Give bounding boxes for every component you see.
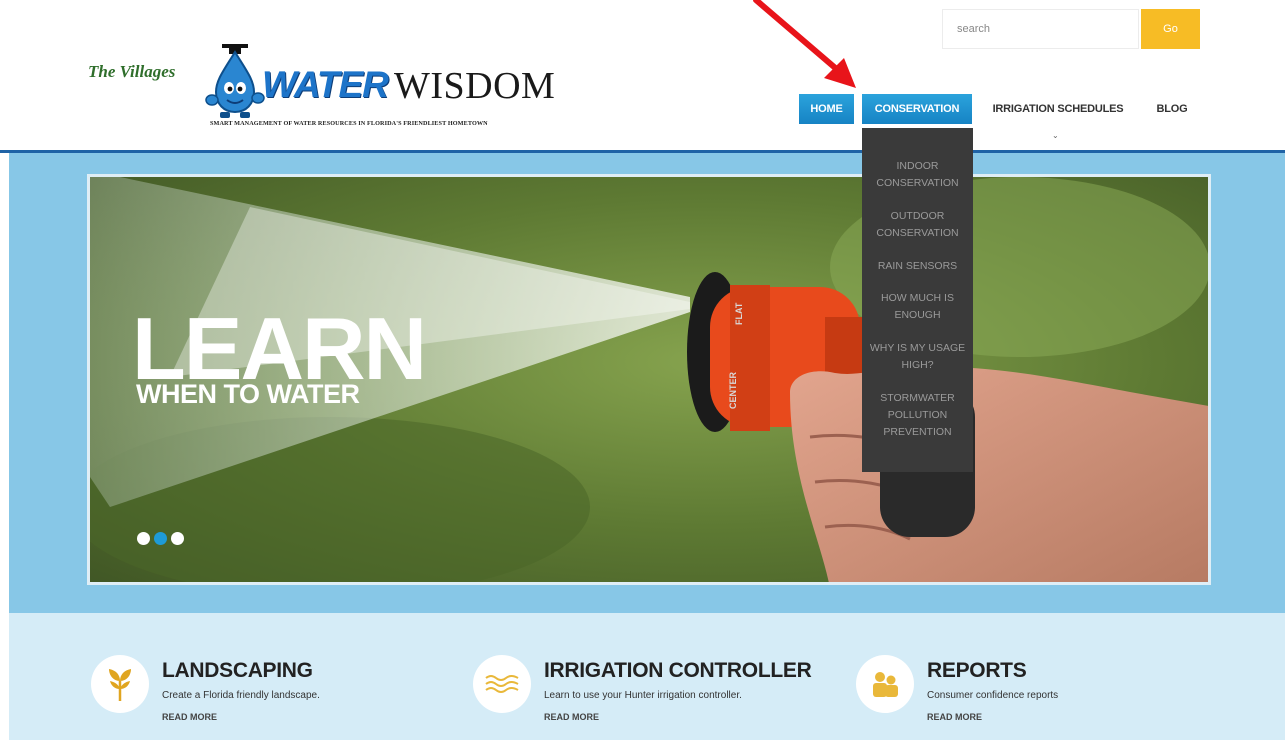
nozzle-label-center: CENTER [728, 371, 738, 409]
chevron-down-icon: ⌄ [1052, 131, 1059, 140]
feature-title-reports[interactable]: REPORTS [927, 659, 1027, 683]
red-arrow-annotation-icon [753, 0, 856, 88]
conservation-dropdown-menu: INDOOR CONSERVATION OUTDOOR CONSERVATION… [862, 128, 973, 472]
feature-description-landscaping: Create a Florida friendly landscape. [162, 690, 320, 701]
feature-description-reports: Consumer confidence reports [927, 690, 1059, 701]
water-drop-mascot-icon [205, 44, 265, 118]
read-more-link-reports[interactable]: READ MORE [927, 712, 982, 722]
search-go-button[interactable]: Go [1141, 9, 1200, 49]
dropdown-item-why-is-my-usage-high[interactable]: WHY IS MY USAGE HIGH? [862, 340, 973, 374]
slider-dot-1[interactable] [137, 532, 150, 545]
hero-subheadline: WHEN TO WATER [136, 379, 360, 409]
hero-slider[interactable]: CENTER FLAT LEARN WHEN TO WATER [87, 174, 1211, 585]
nav-blog[interactable]: BLOG [1150, 94, 1194, 124]
nav-irrigation-schedules[interactable]: IRRIGATION SCHEDULES [988, 94, 1128, 124]
logo-wisdom-text: WISDOM [394, 65, 556, 107]
dropdown-item-how-much-is-enough[interactable]: HOW MUCH IS ENOUGH [862, 290, 973, 324]
site-header: The Villages WATER WISDOM SMART MANAGEME… [0, 0, 1285, 150]
plant-icon [91, 655, 149, 713]
logo-villages-text: The Villages [88, 62, 176, 81]
nozzle-label-flat: FLAT [734, 302, 744, 325]
dropdown-item-stormwater-pollution-prevention[interactable]: STORMWATER POLLUTION PREVENTION [862, 390, 973, 441]
feature-title-landscaping[interactable]: LANDSCAPING [162, 659, 313, 683]
site-logo[interactable]: The Villages WATER WISDOM SMART MANAGEME… [86, 42, 555, 134]
nav-conservation[interactable]: CONSERVATION [862, 94, 972, 124]
nav-home[interactable]: HOME [799, 94, 854, 124]
slider-dot-3[interactable] [171, 532, 184, 545]
logo-water-text: WATER [262, 64, 389, 105]
water-waves-icon [473, 655, 531, 713]
dropdown-item-rain-sensors[interactable]: RAIN SENSORS [862, 258, 973, 275]
read-more-link-irrigation-controller[interactable]: READ MORE [544, 712, 599, 722]
feature-title-irrigation-controller[interactable]: IRRIGATION CONTROLLER [544, 659, 812, 683]
feature-description-irrigation-controller: Learn to use your Hunter irrigation cont… [544, 690, 742, 701]
dropdown-item-indoor-conservation[interactable]: INDOOR CONSERVATION [862, 158, 973, 192]
search-input[interactable] [942, 9, 1139, 49]
people-icon [856, 655, 914, 713]
dropdown-item-outdoor-conservation[interactable]: OUTDOOR CONSERVATION [862, 208, 973, 242]
slider-dot-2[interactable] [154, 532, 167, 545]
page: The Villages WATER WISDOM SMART MANAGEME… [0, 0, 1285, 740]
read-more-link-landscaping[interactable]: READ MORE [162, 712, 217, 722]
logo-tagline: SMART MANAGEMENT OF WATER RESOURCES IN F… [210, 120, 488, 127]
